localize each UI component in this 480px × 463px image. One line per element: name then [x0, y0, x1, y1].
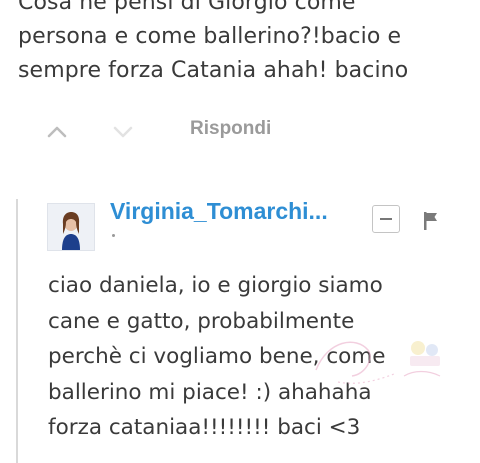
- collapse-button[interactable]: [372, 205, 400, 233]
- minus-icon: [380, 218, 392, 220]
- upvote-button[interactable]: [38, 114, 76, 150]
- comment-actions: Rispondi: [0, 112, 480, 152]
- reply-comment-text: ciao daniela, io e giorgio siamo cane e …: [48, 268, 468, 446]
- thread-indent-line: [16, 199, 18, 463]
- downvote-button[interactable]: [104, 114, 142, 150]
- reply-comment-line: ballerino mi piace! :) ahahaha: [48, 379, 372, 405]
- reply-comment-line: perchè ci vogliamo bene, come: [48, 344, 386, 369]
- avatar[interactable]: [47, 203, 95, 251]
- parent-comment-line: Cosa ne pensi di Giorgio come: [18, 0, 356, 15]
- parent-comment-line: persona e come ballerino?!bacio e: [18, 24, 402, 49]
- parent-comment-text: Cosa ne pensi di Giorgio come persona e …: [18, 0, 478, 88]
- comment-author[interactable]: Virginia_Tomarchi...: [110, 198, 360, 225]
- flag-icon: [424, 212, 437, 230]
- chevron-down-icon: [113, 126, 133, 138]
- report-button[interactable]: [420, 210, 442, 232]
- user-photo-icon: [48, 204, 94, 250]
- chevron-up-icon: [47, 126, 67, 138]
- parent-comment-line: sempre forza Catania ahah! bacino: [18, 58, 409, 83]
- reply-comment-line: ciao daniela, io e giorgio siamo: [48, 273, 383, 298]
- reply-comment-line: forza cataniaa!!!!!!!! baci <3: [48, 415, 361, 440]
- reply-comment-line: cane e gatto, probabilmente: [48, 308, 355, 334]
- reply-button[interactable]: Rispondi: [190, 118, 271, 140]
- meta-separator: [112, 234, 115, 237]
